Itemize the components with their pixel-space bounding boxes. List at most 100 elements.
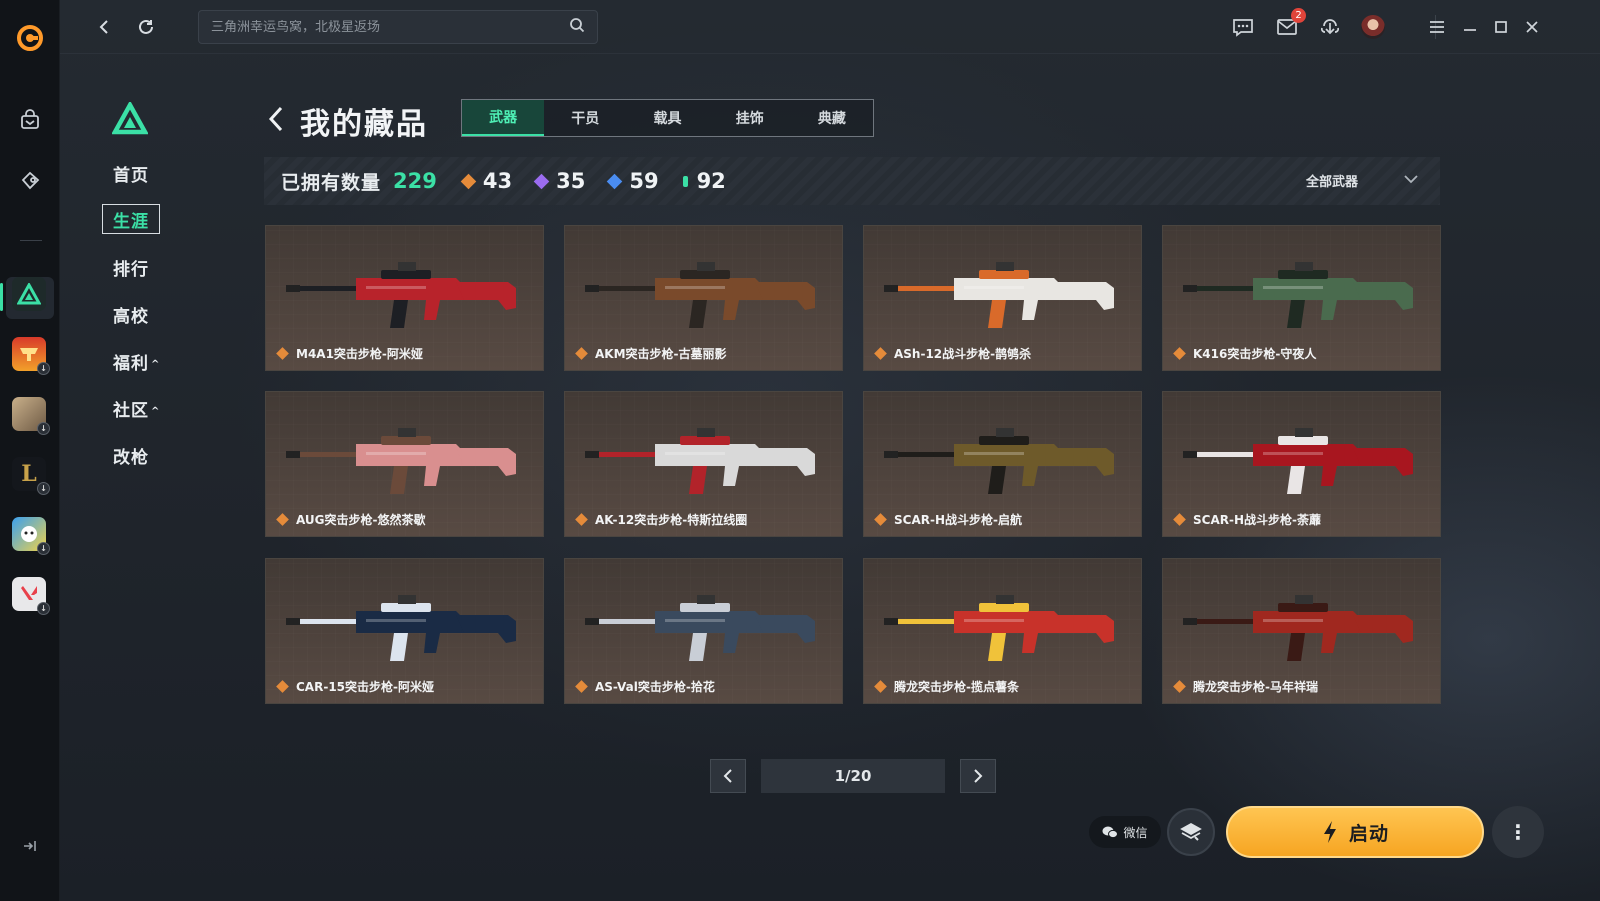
nav-item-ranking[interactable]: 排行 bbox=[113, 255, 149, 280]
chevron-down-icon bbox=[1404, 173, 1418, 188]
menu-icon[interactable] bbox=[1423, 13, 1451, 41]
weapon-card[interactable]: AS-Val突击步枪-拾花 bbox=[564, 558, 843, 704]
weapon-card[interactable]: ASh-12战斗步枪-鹊鸲杀 bbox=[863, 225, 1142, 371]
back-arrow-icon[interactable] bbox=[268, 104, 290, 134]
weapon-card[interactable]: AUG突击步枪-悠然茶歇 bbox=[265, 391, 544, 537]
legendary-gem-icon bbox=[276, 680, 289, 693]
user-avatar[interactable] bbox=[1359, 13, 1387, 41]
download-badge-icon: ↓ bbox=[37, 422, 50, 435]
next-page-button[interactable] bbox=[960, 759, 996, 793]
download-badge-icon: ↓ bbox=[37, 602, 50, 615]
owned-count-label: 已拥有数量 bbox=[281, 171, 382, 194]
nav-item-community-label: 社区 bbox=[113, 401, 149, 421]
left-rail: ↓ ↓ L ↓ ↓ ↓ bbox=[0, 0, 60, 901]
more-options-button[interactable]: ⋮ bbox=[1492, 806, 1544, 858]
rarity-count-legendary: 43 bbox=[460, 169, 512, 193]
legendary-gem-icon bbox=[874, 680, 887, 693]
avatar-image bbox=[1361, 15, 1385, 39]
weapon-card[interactable]: AKM突击步枪-古墓丽影 bbox=[564, 225, 843, 371]
game-icon-3[interactable]: ↓ bbox=[12, 397, 50, 435]
nav-item-career[interactable]: 生涯 bbox=[102, 204, 160, 234]
wechat-button[interactable]: 微信 bbox=[1089, 816, 1161, 848]
weapon-image bbox=[286, 262, 516, 328]
refresh-icon[interactable] bbox=[132, 13, 160, 41]
epic-gem-icon bbox=[533, 173, 550, 189]
legendary-gem-icon bbox=[575, 680, 588, 693]
search-input[interactable] bbox=[211, 19, 569, 35]
legendary-gem-icon bbox=[1173, 513, 1186, 526]
weapon-image bbox=[1183, 428, 1413, 494]
weapon-card[interactable]: CAR-15突击步枪-阿米娅 bbox=[265, 558, 544, 704]
legendary-gem-icon bbox=[276, 347, 289, 360]
nav-item-campus[interactable]: 高校 bbox=[113, 302, 149, 327]
game-valorant-icon[interactable]: ↓ bbox=[12, 577, 50, 615]
tag-icon[interactable] bbox=[14, 164, 46, 196]
weapon-name-text: M4A1突击步枪-阿米娅 bbox=[296, 347, 423, 361]
chat-icon[interactable] bbox=[1229, 13, 1257, 41]
weapon-name-text: AUG突击步枪-悠然茶歇 bbox=[296, 513, 426, 527]
minimize-icon[interactable] bbox=[1456, 13, 1484, 41]
weapon-name-text: CAR-15突击步枪-阿米娅 bbox=[296, 680, 434, 694]
weapon-name-text: AKM突击步枪-古墓丽影 bbox=[595, 347, 727, 361]
weapon-card[interactable]: M4A1突击步枪-阿米娅 bbox=[265, 225, 544, 371]
weapon-name-text: SCAR-H战斗步枪-启航 bbox=[894, 513, 1022, 527]
tab-charms[interactable]: 挂饰 bbox=[709, 100, 791, 136]
launch-label: 启动 bbox=[1348, 822, 1389, 845]
weapon-card[interactable]: 腾龙突击步枪-马年祥瑞 bbox=[1162, 558, 1441, 704]
close-icon[interactable] bbox=[1518, 13, 1546, 41]
weapon-card[interactable]: 腾龙突击步枪-揽点薯条 bbox=[863, 558, 1142, 704]
tab-weapons[interactable]: 武器 bbox=[462, 100, 545, 136]
nav-item-community[interactable]: 社区 ^ bbox=[113, 396, 160, 421]
launch-button[interactable]: 启动 bbox=[1226, 806, 1484, 858]
prev-page-button[interactable] bbox=[710, 759, 746, 793]
weapon-name: M4A1突击步枪-阿米娅 bbox=[276, 345, 423, 362]
weapon-card[interactable]: SCAR-H战斗步枪-启航 bbox=[863, 391, 1142, 537]
weapon-name-text: SCAR-H战斗步枪-荼蘼 bbox=[1193, 513, 1321, 527]
nav-item-welfare[interactable]: 福利 ^ bbox=[113, 349, 160, 374]
download-badge-icon: ↓ bbox=[37, 542, 50, 555]
game-delta-force-icon[interactable] bbox=[12, 277, 46, 311]
search-icon[interactable] bbox=[569, 17, 585, 37]
legendary-gem-icon bbox=[874, 513, 887, 526]
weapon-name: AUG突击步枪-悠然茶歇 bbox=[276, 511, 426, 528]
mail-icon[interactable]: 2 bbox=[1273, 8, 1306, 41]
game-icon-5[interactable]: ↓ bbox=[12, 517, 50, 555]
collapse-sidebar-icon[interactable] bbox=[19, 836, 39, 856]
tab-operators[interactable]: 干员 bbox=[544, 100, 626, 136]
weapon-card[interactable]: AK-12突击步枪-特斯拉线圈 bbox=[564, 391, 843, 537]
weapon-image bbox=[585, 595, 815, 661]
nav-item-gunsmith[interactable]: 改枪 bbox=[113, 443, 149, 468]
layers-button[interactable] bbox=[1167, 808, 1215, 856]
rarity-count-value: 92 bbox=[696, 169, 726, 193]
download-manager-icon[interactable] bbox=[1316, 13, 1344, 41]
weapon-name-text: 腾龙突击步枪-揽点薯条 bbox=[894, 680, 1019, 694]
game-league-icon[interactable]: L ↓ bbox=[12, 457, 50, 495]
delta-force-logo-icon bbox=[111, 100, 149, 136]
store-bag-icon[interactable] bbox=[14, 104, 46, 136]
weapon-name-text: 腾龙突击步枪-马年祥瑞 bbox=[1193, 680, 1318, 694]
weapon-name: SCAR-H战斗步枪-荼蘼 bbox=[1173, 511, 1321, 528]
weapon-filter-value: 全部武器 bbox=[1305, 175, 1358, 190]
weapon-card[interactable]: SCAR-H战斗步枪-荼蘼 bbox=[1162, 391, 1441, 537]
game-icon-2[interactable]: ↓ bbox=[12, 337, 50, 375]
weapon-filter-dropdown[interactable]: 全部武器 bbox=[1306, 171, 1418, 190]
rarity-count-value: 35 bbox=[556, 169, 586, 193]
chevron-up-icon: ^ bbox=[151, 358, 161, 370]
weapon-image bbox=[585, 262, 815, 328]
maximize-icon[interactable] bbox=[1487, 13, 1515, 41]
weapon-name-text: AS-Val突击步枪-拾花 bbox=[595, 680, 715, 694]
legendary-gem-icon bbox=[276, 513, 289, 526]
collection-tabs: 武器 干员 载具 挂饰 典藏 bbox=[461, 99, 874, 137]
tab-collection[interactable]: 典藏 bbox=[791, 100, 873, 136]
weapon-card[interactable]: K416突击步枪-守夜人 bbox=[1162, 225, 1441, 371]
tab-vehicles[interactable]: 载具 bbox=[626, 100, 708, 136]
legendary-gem-icon bbox=[460, 173, 477, 189]
weapon-name: ASh-12战斗步枪-鹊鸲杀 bbox=[874, 345, 1031, 362]
search-bar[interactable] bbox=[198, 10, 598, 44]
back-nav-icon[interactable] bbox=[90, 13, 118, 41]
nav-item-home[interactable]: 首页 bbox=[113, 161, 149, 186]
legendary-gem-icon bbox=[1173, 347, 1186, 360]
rare-gem-icon bbox=[607, 173, 623, 189]
app-logo-icon[interactable] bbox=[14, 22, 46, 54]
game-sub-nav: 首页 生涯 排行 高校 福利 ^ 社区 ^ 改枪 bbox=[60, 54, 260, 901]
